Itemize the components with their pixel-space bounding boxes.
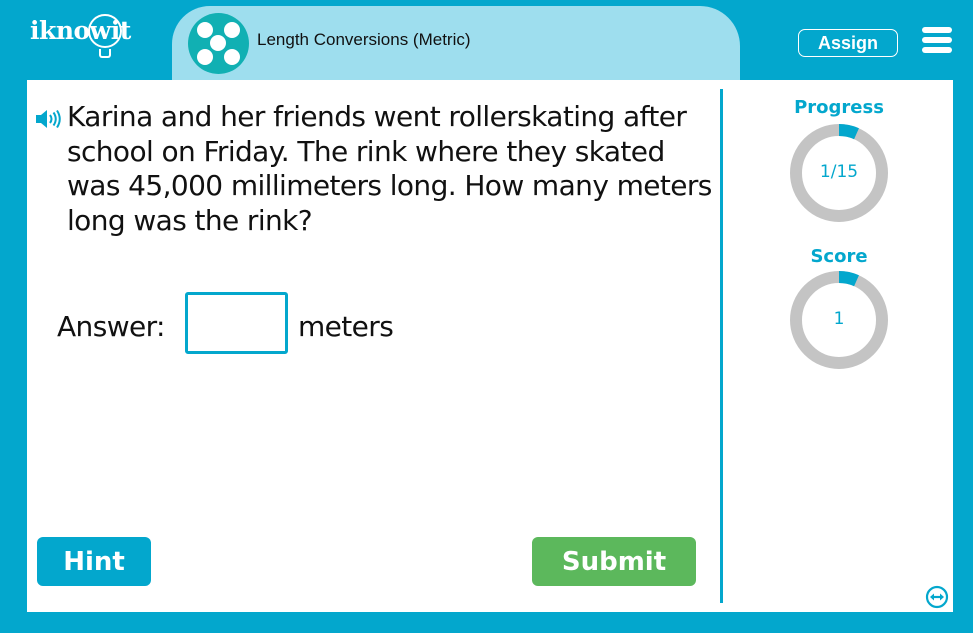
dice-five-icon: [188, 13, 249, 74]
question-text: Karina and her friends went rollerskatin…: [67, 100, 712, 237]
lightbulb-icon: [88, 14, 122, 48]
expand-horizontal-icon[interactable]: [925, 585, 949, 609]
topic-title: Length Conversions (Metric): [257, 30, 471, 49]
hamburger-menu-icon[interactable]: [922, 27, 952, 53]
progress-title: Progress: [794, 97, 884, 118]
panel-divider: [720, 89, 723, 603]
lightbulb-base-icon: [99, 49, 111, 58]
answer-label: Answer:: [57, 310, 165, 343]
unit-label: meters: [298, 310, 394, 343]
score-value: 1: [833, 309, 845, 329]
progress-value: 1/15: [819, 162, 859, 182]
submit-button[interactable]: Submit: [532, 537, 696, 586]
hint-button[interactable]: Hint: [37, 537, 151, 586]
speaker-icon[interactable]: [35, 109, 63, 129]
score-title: Score: [810, 246, 868, 267]
assign-button[interactable]: Assign: [798, 29, 898, 57]
answer-input[interactable]: [185, 292, 288, 354]
